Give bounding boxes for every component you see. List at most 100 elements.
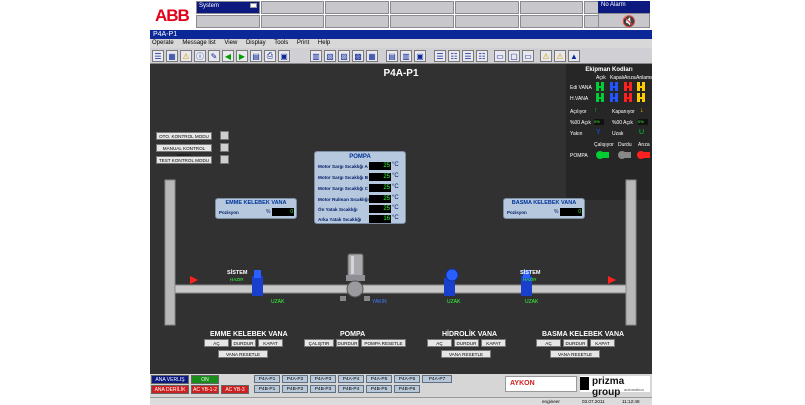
suction-valve-icon[interactable]	[252, 270, 263, 296]
status-user: engineer	[542, 399, 560, 404]
nav-p4a-p1[interactable]: P4A-P1	[254, 375, 280, 383]
screen-icon[interactable]: ▭	[522, 50, 534, 62]
grid-icon[interactable]: ▦	[166, 50, 178, 62]
main-alarm-label[interactable]: ANA DERİLİK	[151, 385, 189, 394]
menu-print[interactable]: Print	[297, 40, 309, 46]
status-time: 11:12:48	[622, 399, 640, 404]
nav-p4b-p3[interactable]: P4B-P3	[310, 385, 336, 393]
alarm-cell[interactable]	[519, 15, 584, 28]
discharge-stop-button[interactable]: DURDUR	[563, 339, 588, 347]
nav-p4a-p3[interactable]: P4A-P3	[310, 375, 336, 383]
speaker-mute-icon[interactable]: 🔇	[622, 15, 636, 28]
nav-p4a-p5[interactable]: P4A-P5	[366, 375, 392, 383]
alarm-cell[interactable]	[390, 15, 454, 28]
nav-p4a-p7[interactable]: P4A-P7	[422, 375, 452, 383]
suction-reset-button[interactable]: VANA RESETLE	[218, 350, 268, 358]
display-icon[interactable]: ▧	[324, 50, 336, 62]
alarm-cell[interactable]	[390, 1, 454, 14]
abb-logo: ABB	[155, 6, 190, 25]
alarm-cell[interactable]	[325, 1, 390, 14]
pump-group-title: POMPA	[340, 331, 366, 338]
screen-icon[interactable]: ▭	[494, 50, 506, 62]
left-ready-label: HAZIR	[230, 277, 244, 282]
discharge-reset-button[interactable]: VANA RESETLE	[550, 350, 600, 358]
alarm-cell[interactable]	[454, 15, 519, 28]
window-title: P4A-P1	[150, 30, 652, 39]
page-icon[interactable]: ▤	[250, 50, 262, 62]
pump-local-label: YAKIN	[372, 299, 387, 305]
alarm-grid: System	[196, 1, 648, 28]
menu-help[interactable]: Help	[318, 40, 330, 46]
alarm-icon[interactable]: ⚠	[540, 50, 552, 62]
hydraulic-open-button[interactable]: AÇ	[427, 339, 452, 347]
forward-icon[interactable]: ▶	[236, 50, 248, 62]
alarm-cell[interactable]	[454, 1, 519, 14]
main-feed-status[interactable]: ON	[191, 375, 219, 384]
screen-icon[interactable]: ▢	[508, 50, 520, 62]
discharge-open-button[interactable]: AÇ	[536, 339, 561, 347]
info-icon[interactable]: ⓘ	[194, 50, 206, 62]
menu-tools[interactable]: Tools	[274, 40, 288, 46]
nav-p4b-p5[interactable]: P4B-P5	[366, 385, 392, 393]
menu-view[interactable]: View	[224, 40, 237, 46]
list-icon[interactable]: ☰	[152, 50, 164, 62]
back-icon[interactable]: ◀	[222, 50, 234, 62]
print-icon[interactable]: ⎙	[264, 50, 276, 62]
piping-diagram	[164, 179, 637, 326]
nav-p4b-p4[interactable]: P4B-P4	[338, 385, 364, 393]
suction-stop-button[interactable]: DURDUR	[231, 339, 256, 347]
ac-yb3-button[interactable]: AC YB-3	[221, 385, 249, 394]
list-icon[interactable]: ☷	[476, 50, 488, 62]
nav-p4b-p2[interactable]: P4B-P2	[282, 385, 308, 393]
display-icon[interactable]: ▥	[310, 50, 322, 62]
menu-operate[interactable]: Operate	[152, 40, 174, 46]
ac-yb12-button[interactable]: AC YB-1-2	[191, 385, 219, 394]
list-icon[interactable]: ☰	[434, 50, 446, 62]
window-icon[interactable]: ▣	[278, 50, 290, 62]
aykon-logo-box: AYKON	[505, 376, 577, 392]
trend-icon[interactable]: ▤	[386, 50, 398, 62]
nav-p4a-p2[interactable]: P4A-P2	[282, 375, 308, 383]
display-icon[interactable]: ▦	[366, 50, 378, 62]
alarm-cell[interactable]	[325, 15, 390, 28]
nav-p4b-p1[interactable]: P4B-P1	[254, 385, 280, 393]
warning-icon[interactable]: ⚠	[180, 50, 192, 62]
hydraulic-close-button[interactable]: KAPAT	[481, 339, 506, 347]
status-bar: engineer 03.07.2011 11:12:48	[150, 397, 652, 405]
system-cell[interactable]: System	[196, 1, 260, 14]
nav-p4a-p4[interactable]: P4A-P4	[338, 375, 364, 383]
hydraulic-reset-button[interactable]: VANA RESETLE	[441, 350, 491, 358]
menu-display[interactable]: Display	[246, 40, 266, 46]
main-feed-label: ANA VERLIŞ	[151, 375, 189, 384]
prizma-logo-box: prizma group automation	[580, 376, 650, 398]
suction-remote-label: UZAK	[271, 299, 285, 305]
suction-valve-group-title: EMME KELEBEK VANA	[210, 331, 288, 338]
alarm-cell[interactable]	[196, 15, 260, 28]
list-icon[interactable]: ☷	[448, 50, 460, 62]
nav-p4a-p6[interactable]: P4A-P6	[394, 375, 420, 383]
filter-icon[interactable]: ▲	[568, 50, 580, 62]
pump-start-button[interactable]: ÇALIŞTIR	[304, 339, 334, 347]
alarm-cell[interactable]	[519, 1, 584, 14]
suction-close-button[interactable]: KAPAT	[258, 339, 283, 347]
list-icon[interactable]: ☰	[462, 50, 474, 62]
alarm-cell[interactable]	[260, 1, 325, 14]
trend-icon[interactable]: ▥	[400, 50, 412, 62]
discharge-remote-label: UZAK	[525, 299, 539, 305]
display-icon[interactable]: ▨	[338, 50, 350, 62]
hydraulic-valve-group-title: HİDROLİK VANA	[442, 331, 498, 338]
hydraulic-stop-button[interactable]: DURDUR	[454, 339, 479, 347]
pump-reset-button[interactable]: POMPA RESETLE	[361, 339, 406, 347]
nav-p4b-p6[interactable]: P4B-P6	[394, 385, 420, 393]
edit-icon[interactable]: ✎	[208, 50, 220, 62]
alarm-icon[interactable]: ⚠	[554, 50, 566, 62]
alarm-cell[interactable]	[260, 15, 325, 28]
suction-open-button[interactable]: AÇ	[204, 339, 229, 347]
trend-icon[interactable]: ▣	[414, 50, 426, 62]
display-icon[interactable]: ▩	[352, 50, 364, 62]
discharge-close-button[interactable]: KAPAT	[590, 339, 615, 347]
process-display: P4A-P1 Ekipman Kodları Açık Kapalı Arıza…	[150, 64, 657, 374]
menu-message-list[interactable]: Message list	[182, 40, 215, 46]
pump-icon[interactable]	[340, 253, 370, 301]
pump-stop-button[interactable]: DURDUR	[336, 339, 359, 347]
